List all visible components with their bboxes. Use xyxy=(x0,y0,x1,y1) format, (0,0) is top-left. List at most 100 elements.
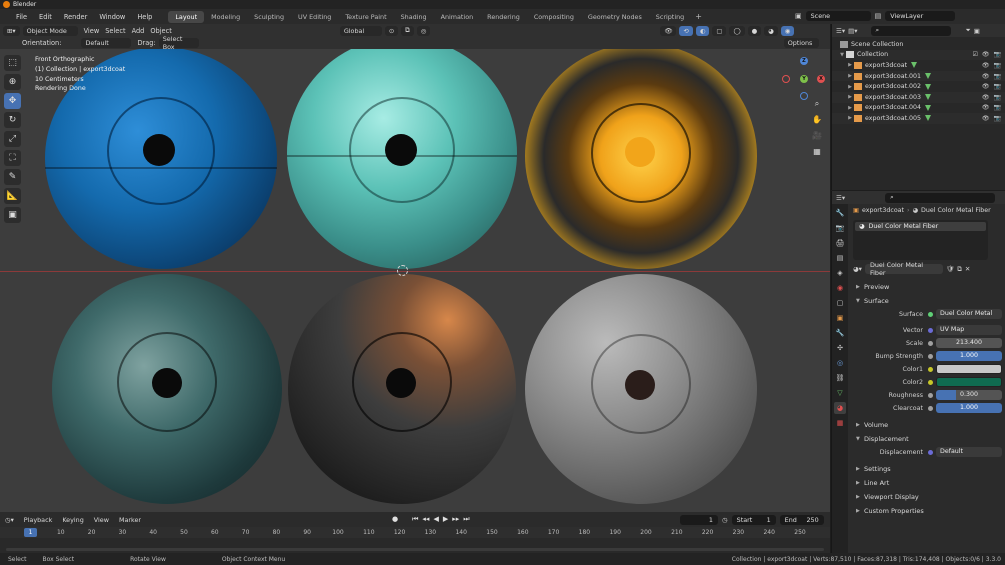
outliner-object[interactable]: ▶ export3dcoat.001 👁 📷 xyxy=(832,70,1005,82)
camera-icon[interactable]: 📷 xyxy=(994,73,1001,80)
move-tool-icon[interactable]: ✥ xyxy=(4,93,21,109)
timeline-view-menu[interactable]: View xyxy=(89,516,114,524)
menu-help[interactable]: Help xyxy=(131,13,158,21)
transform-orientation-dropdown[interactable]: Global xyxy=(339,25,382,36)
modifier-tab-icon[interactable]: 🔧 xyxy=(834,327,846,339)
camera-view-icon[interactable]: 🎥 xyxy=(810,131,824,144)
outliner-collection[interactable]: ▼ Collection ☑ 👁 📷 xyxy=(832,49,1005,61)
scene-tab-icon[interactable]: ◈ xyxy=(834,267,846,279)
tab-geometry-nodes[interactable]: Geometry Nodes xyxy=(581,11,649,23)
shading-material-icon[interactable]: ◕ xyxy=(764,25,778,36)
keying-menu[interactable]: Keying xyxy=(57,516,88,524)
proportional-edit-icon[interactable]: ◎ xyxy=(416,25,431,36)
color2-swatch[interactable] xyxy=(936,377,1002,387)
play-icon[interactable]: ▶ xyxy=(443,515,448,524)
object-tab-icon[interactable]: ▣ xyxy=(834,312,846,324)
outliner-search-input[interactable]: ⌕ xyxy=(870,25,951,36)
outliner-object[interactable]: ▶ export3dcoat.005 👁 📷 xyxy=(832,113,1005,124)
material-browse-icon[interactable]: ◕▾ xyxy=(853,265,862,273)
display-mode-icon[interactable]: ▤▾ xyxy=(848,27,857,35)
zoom-icon[interactable]: ⌕ xyxy=(810,99,824,112)
xray-icon[interactable]: ▢ xyxy=(712,25,727,36)
rotate-tool-icon[interactable]: ↻ xyxy=(4,112,21,128)
shading-wireframe-icon[interactable]: ◯ xyxy=(729,25,745,36)
shading-solid-icon[interactable]: ● xyxy=(747,25,762,36)
new-collection-icon[interactable]: ▣ xyxy=(974,27,980,35)
orientation-dropdown[interactable]: Default xyxy=(81,38,132,48)
current-frame-marker[interactable]: 1 xyxy=(24,528,37,537)
cursor-tool-icon[interactable]: ⊕ xyxy=(4,74,21,90)
record-icon[interactable]: ● xyxy=(392,515,398,524)
3d-viewport[interactable]: Front Orthographic (1) Collection | expo… xyxy=(0,49,830,512)
next-key-icon[interactable]: ▸▸ xyxy=(452,515,459,524)
viewport-menu-view[interactable]: View xyxy=(84,27,100,35)
data-tab-icon[interactable]: ▽ xyxy=(834,387,846,399)
outliner-object[interactable]: ▶ export3dcoat.004 👁 📷 xyxy=(832,103,1005,114)
tab-scripting[interactable]: Scripting xyxy=(649,11,691,23)
select-box-tool-icon[interactable]: ⬚ xyxy=(4,55,21,71)
scene-field[interactable]: Scene xyxy=(805,11,871,21)
marker-menu[interactable]: Marker xyxy=(114,516,146,524)
collection-tab-icon[interactable]: ▢ xyxy=(834,297,846,309)
menu-file[interactable]: File xyxy=(10,13,33,21)
camera-icon[interactable]: 📷 xyxy=(994,104,1001,111)
tab-sculpting[interactable]: Sculpting xyxy=(247,11,291,23)
vector-field[interactable]: UV Map xyxy=(936,325,1002,335)
outliner-editor-icon[interactable]: ☰▾ xyxy=(836,27,845,35)
navigation-gizmo[interactable]: Z Y X xyxy=(782,57,826,101)
caret-right-icon[interactable]: ▶ xyxy=(846,73,854,79)
ortho-grid-icon[interactable]: ▦ xyxy=(810,147,824,160)
caret-down-icon[interactable]: ▼ xyxy=(838,52,846,58)
camera-icon[interactable]: 📷 xyxy=(994,115,1001,122)
caret-right-icon[interactable]: ▶ xyxy=(846,62,854,68)
caret-right-icon[interactable]: ▶ xyxy=(846,84,854,90)
sphere-green-carbon[interactable] xyxy=(52,274,282,504)
section-custom-properties[interactable]: ▶ Custom Properties xyxy=(850,504,1005,518)
tab-shading[interactable]: Shading xyxy=(394,11,434,23)
gizmo-neg-z-icon[interactable] xyxy=(800,92,808,100)
caret-right-icon[interactable]: ▶ xyxy=(846,115,854,121)
surface-shader-field[interactable]: Duel Color Metal Fiber xyxy=(936,309,1002,319)
end-frame-field[interactable]: End 250 xyxy=(779,515,824,525)
fake-user-icon[interactable]: 🛡 xyxy=(946,265,954,273)
roughness-slider[interactable]: 0.300 xyxy=(936,390,1002,400)
transform-tool-icon[interactable]: ⛶ xyxy=(4,150,21,166)
prev-key-icon[interactable]: ◂◂ xyxy=(422,515,429,524)
outliner-object[interactable]: ▶ export3dcoat.002 👁 📷 xyxy=(832,81,1005,92)
material-tab-icon[interactable]: ◕ xyxy=(834,402,846,414)
3d-cursor-icon[interactable] xyxy=(397,265,408,276)
scale-field[interactable]: 213.400 xyxy=(936,338,1002,348)
caret-right-icon[interactable]: ▶ xyxy=(846,105,854,111)
viewport-menu-object[interactable]: Object xyxy=(150,27,171,35)
jump-start-icon[interactable]: ⏮ xyxy=(412,515,418,524)
sphere-gold-hexagon[interactable] xyxy=(525,49,757,269)
section-displacement[interactable]: ▼ Displacement xyxy=(850,432,1005,446)
displacement-field[interactable]: Default xyxy=(936,447,1002,457)
eye-icon[interactable]: 👁 xyxy=(982,51,990,58)
filter-icon[interactable]: ⏷ xyxy=(966,26,971,35)
mode-dropdown[interactable]: Object Mode xyxy=(22,25,78,36)
section-settings[interactable]: ▶ Settings xyxy=(850,462,1005,476)
material-name-field[interactable]: Duel Color Metal Fiber xyxy=(864,261,943,277)
current-frame-field[interactable]: 1 xyxy=(680,515,718,525)
view-layer-tab-icon[interactable]: ▤ xyxy=(834,252,846,264)
pivot-icon[interactable]: ⊙ xyxy=(384,25,399,36)
tool-tab-icon[interactable]: 🔧 xyxy=(834,207,846,219)
menu-window[interactable]: Window xyxy=(93,13,131,21)
gizmo-neg-x-icon[interactable] xyxy=(782,75,790,83)
material-slot-list[interactable]: ◕ Duel Color Metal Fiber xyxy=(853,220,988,260)
camera-icon[interactable]: 📷 xyxy=(994,62,1001,69)
eye-icon[interactable]: 👁 xyxy=(982,104,990,111)
tab-uv-editing[interactable]: UV Editing xyxy=(291,11,338,23)
add-cube-tool-icon[interactable]: ▣ xyxy=(4,207,21,223)
scale-tool-icon[interactable]: ⤢ xyxy=(4,131,21,147)
eye-icon[interactable]: 👁 xyxy=(982,115,990,122)
sphere-gray-fabric[interactable] xyxy=(525,274,757,504)
section-line-art[interactable]: ▶ Line Art xyxy=(850,476,1005,490)
start-frame-field[interactable]: Start 1 xyxy=(731,515,776,525)
editor-type-button[interactable]: ⊞▾ xyxy=(3,25,20,36)
annotate-tool-icon[interactable]: ✎ xyxy=(4,169,21,185)
pan-hand-icon[interactable]: ✋ xyxy=(810,115,824,128)
render-tab-icon[interactable]: 📷 xyxy=(834,222,846,234)
gizmo-toggle-icon[interactable]: ⟲ xyxy=(679,25,693,36)
